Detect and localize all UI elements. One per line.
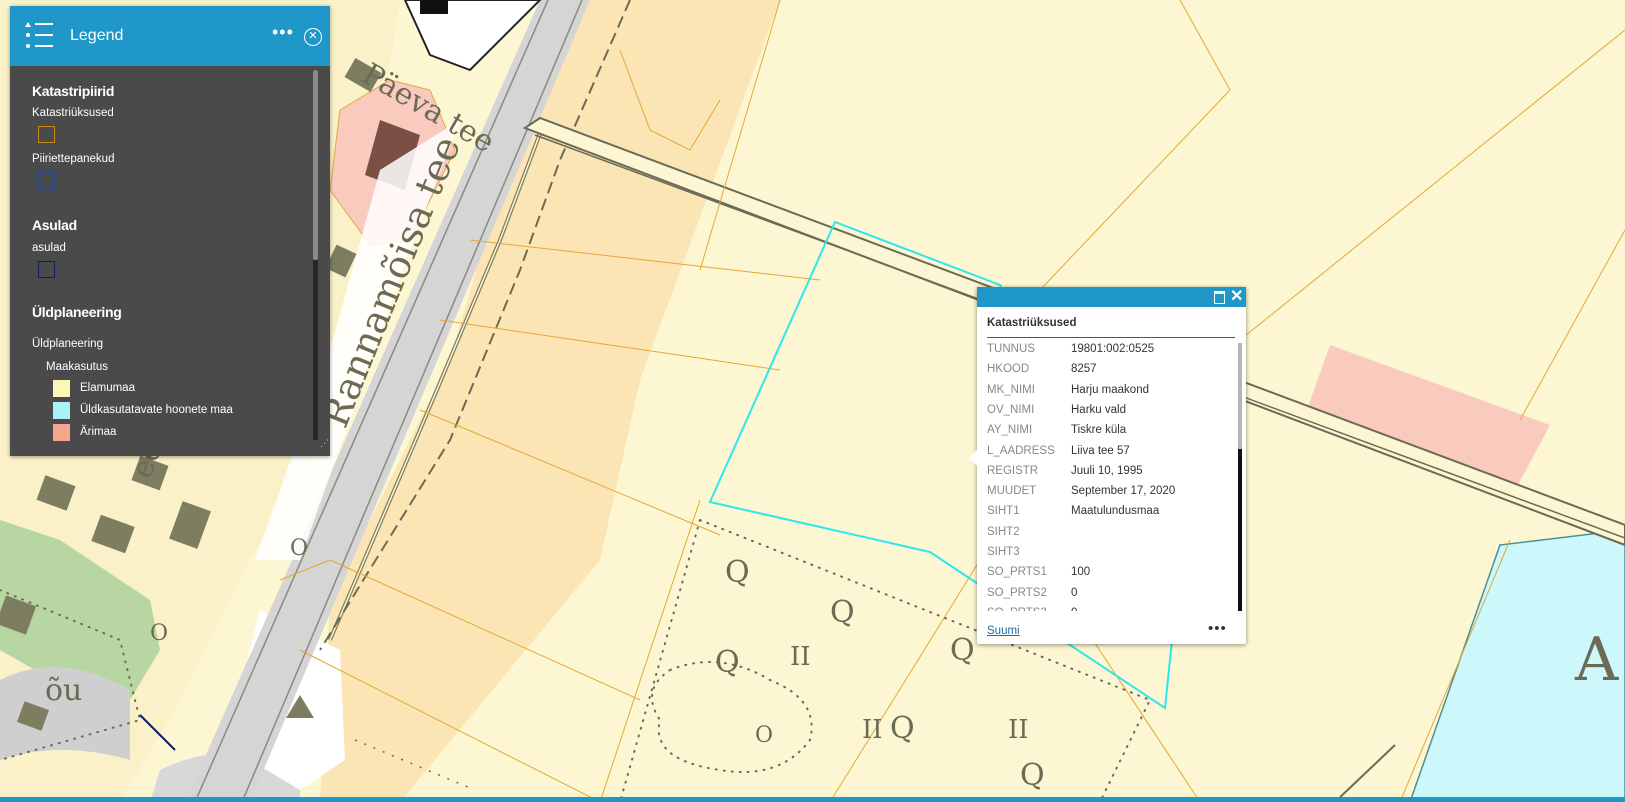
legend-header: Legend ••• ✕	[10, 6, 330, 66]
close-icon[interactable]: ✕	[1230, 286, 1243, 306]
svg-text:Q: Q	[950, 633, 975, 668]
legend-layer-label: Piiriettepanekud	[32, 153, 115, 165]
legend-layer-label: Katastriüksused	[32, 107, 114, 119]
attribute-key: HKOOD	[987, 363, 1030, 376]
attribute-key: SO_PRTS3	[987, 607, 1047, 611]
resize-grip-icon[interactable]: ⋰	[320, 438, 330, 448]
attribute-key: OV_NIMI	[987, 403, 1035, 416]
svg-text:II: II	[790, 642, 811, 672]
popup-attribute-list: TUNNUS 19801:002:0525 HKOOD 8257 MK_NIMI Harj…	[987, 343, 1235, 611]
attribute-value: Harju maakond	[1071, 383, 1149, 396]
legend-title: Legend	[70, 27, 124, 44]
attribute-value: 0	[1071, 586, 1078, 599]
legend-class-label: Üldkasutatavate hoonete maa	[80, 404, 233, 416]
svg-text:Q: Q	[830, 595, 855, 630]
legend-class-label: Ärimaa	[80, 426, 117, 438]
popup-more-icon[interactable]: •••	[1208, 620, 1227, 637]
legend-layer-label: Üldplaneering	[32, 338, 103, 350]
feature-popup: ✕ Katastriüksused TUNNUS 19801:002:0525 HK…	[969, 287, 1246, 644]
street-label-ou: õu	[45, 673, 82, 708]
svg-text:O: O	[150, 621, 168, 646]
attribute-value: Maatulundusmaa	[1071, 505, 1160, 518]
attribute-key: TUNNUS	[987, 343, 1035, 355]
attribute-value: 0	[1071, 607, 1077, 611]
legend-swatch-arimaa	[53, 424, 70, 441]
legend-scroll-thumb[interactable]	[313, 70, 318, 260]
attribute-value: Liiva tee 57	[1071, 444, 1130, 457]
legend-group-title: Asulad	[32, 217, 77, 233]
attribute-value: September 17, 2020	[1071, 485, 1176, 498]
legend-group-title: Katastripiirid	[32, 83, 115, 99]
svg-text:II: II	[862, 715, 883, 745]
legend-group-title: Üldplaneering	[32, 304, 122, 320]
svg-text:Q: Q	[725, 555, 750, 590]
svg-text:Q: Q	[715, 645, 740, 680]
legend-class-label: Elamumaa	[80, 382, 135, 394]
popup-pointer	[969, 449, 978, 467]
attribute-key: SO_PRTS2	[987, 586, 1047, 599]
area-label: A	[1574, 625, 1619, 695]
legend-more-icon[interactable]: •••	[272, 22, 294, 43]
attribute-key: REGISTR	[987, 464, 1039, 477]
legend-close-icon[interactable]: ✕	[304, 28, 322, 46]
attribute-key: SO_PRTS1	[987, 566, 1047, 579]
attribute-key: SIHT1	[987, 505, 1020, 518]
attribute-key: AY_NIMI	[987, 424, 1033, 437]
legend-swatch-asulad	[38, 261, 55, 278]
svg-text:Q: Q	[1020, 758, 1045, 793]
attribute-value: Tiskre küla	[1071, 424, 1127, 437]
attribute-value: Harku vald	[1071, 403, 1126, 416]
legend-panel: Legend ••• ✕ Katastripiirid Katastriüksu…	[10, 6, 330, 456]
popup-title: Katastriüksused	[987, 317, 1077, 329]
legend-swatch-uldkasutatavate	[53, 402, 70, 419]
attribute-key: MK_NIMI	[987, 383, 1035, 396]
black-building	[420, 0, 448, 14]
svg-text:O: O	[290, 536, 308, 561]
popup-scroll-thumb[interactable]	[1238, 343, 1242, 449]
popup-header: ✕	[977, 287, 1246, 307]
attribute-key: SIHT3	[987, 546, 1020, 558]
legend-scrollbar[interactable]	[313, 70, 318, 440]
zoom-to-link[interactable]: Suumi	[987, 625, 1020, 637]
attribute-key: L_AADRESS	[987, 444, 1055, 457]
svg-text:Q: Q	[890, 711, 915, 746]
legend-subgroup-label: Maakasutus	[46, 361, 109, 373]
svg-text:II: II	[1008, 715, 1029, 745]
legend-list-icon	[25, 22, 53, 48]
attribute-value: Juuli 10, 1995	[1071, 464, 1143, 477]
bottom-bar	[0, 797, 1625, 802]
legend-layer-label: asulad	[32, 242, 66, 254]
legend-swatch-katastriuksused	[38, 126, 55, 143]
maximize-icon[interactable]	[1214, 291, 1225, 304]
legend-body: Katastripiirid Katastriüksused Piiriette…	[10, 66, 320, 456]
attribute-key: MUUDET	[987, 485, 1037, 498]
legend-swatch-elamumaa	[53, 380, 70, 397]
popup-scrollbar[interactable]	[1238, 343, 1242, 611]
attribute-value: 100	[1071, 566, 1091, 579]
attribute-value: 8257	[1071, 363, 1097, 376]
attribute-key: SIHT2	[987, 525, 1020, 538]
svg-text:O: O	[755, 723, 773, 748]
popup-divider	[987, 337, 1235, 338]
attribute-value: 19801:002:0525	[1071, 343, 1155, 355]
legend-swatch-piiriettepanekud	[38, 172, 55, 189]
